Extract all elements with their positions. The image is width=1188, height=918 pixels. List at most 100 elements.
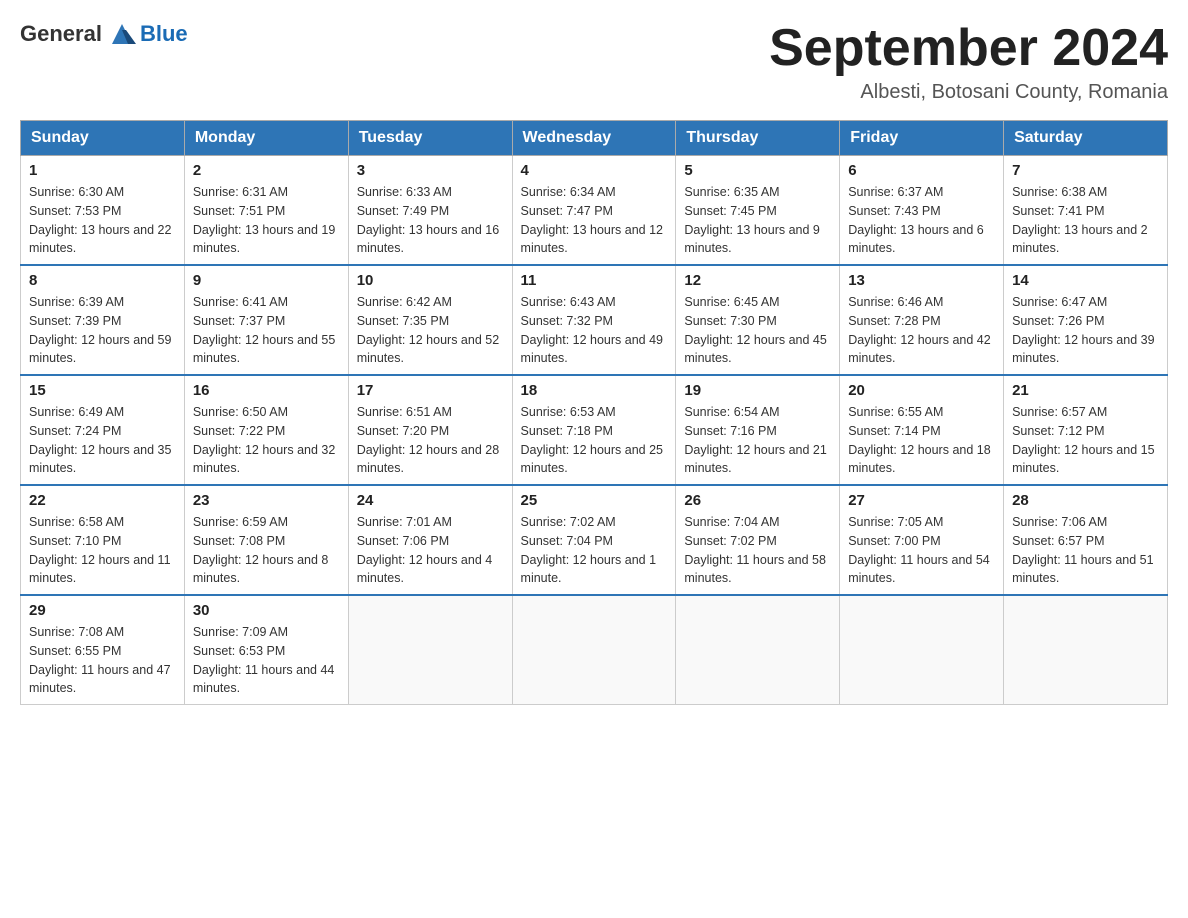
day-info: Sunrise: 6:34 AM Sunset: 7:47 PM Dayligh… [521,183,668,258]
day-number: 8 [29,272,176,289]
day-info: Sunrise: 6:39 AM Sunset: 7:39 PM Dayligh… [29,293,176,368]
day-number: 17 [357,382,504,399]
day-number: 24 [357,492,504,509]
day-info: Sunrise: 7:04 AM Sunset: 7:02 PM Dayligh… [684,513,831,588]
table-row: 22 Sunrise: 6:58 AM Sunset: 7:10 PM Dayl… [21,485,185,595]
day-number: 27 [848,492,995,509]
col-friday: Friday [840,121,1004,156]
day-number: 3 [357,162,504,179]
table-row: 13 Sunrise: 6:46 AM Sunset: 7:28 PM Dayl… [840,265,1004,375]
day-info: Sunrise: 6:38 AM Sunset: 7:41 PM Dayligh… [1012,183,1159,258]
day-number: 4 [521,162,668,179]
day-info: Sunrise: 6:43 AM Sunset: 7:32 PM Dayligh… [521,293,668,368]
day-info: Sunrise: 6:49 AM Sunset: 7:24 PM Dayligh… [29,403,176,478]
table-row: 30 Sunrise: 7:09 AM Sunset: 6:53 PM Dayl… [184,595,348,705]
day-number: 29 [29,602,176,619]
day-number: 22 [29,492,176,509]
day-info: Sunrise: 6:58 AM Sunset: 7:10 PM Dayligh… [29,513,176,588]
day-number: 16 [193,382,340,399]
page-header: General Blue September 2024 Albesti, Bot… [20,20,1168,104]
day-number: 28 [1012,492,1159,509]
day-info: Sunrise: 6:33 AM Sunset: 7:49 PM Dayligh… [357,183,504,258]
table-row: 3 Sunrise: 6:33 AM Sunset: 7:49 PM Dayli… [348,156,512,266]
day-number: 7 [1012,162,1159,179]
day-number: 1 [29,162,176,179]
day-number: 5 [684,162,831,179]
col-sunday: Sunday [21,121,185,156]
table-row: 15 Sunrise: 6:49 AM Sunset: 7:24 PM Dayl… [21,375,185,485]
day-info: Sunrise: 6:30 AM Sunset: 7:53 PM Dayligh… [29,183,176,258]
day-number: 2 [193,162,340,179]
col-monday: Monday [184,121,348,156]
calendar-header-row: Sunday Monday Tuesday Wednesday Thursday… [21,121,1168,156]
day-info: Sunrise: 6:54 AM Sunset: 7:16 PM Dayligh… [684,403,831,478]
table-row: 2 Sunrise: 6:31 AM Sunset: 7:51 PM Dayli… [184,156,348,266]
day-info: Sunrise: 6:55 AM Sunset: 7:14 PM Dayligh… [848,403,995,478]
table-row: 9 Sunrise: 6:41 AM Sunset: 7:37 PM Dayli… [184,265,348,375]
day-number: 30 [193,602,340,619]
day-number: 6 [848,162,995,179]
col-tuesday: Tuesday [348,121,512,156]
table-row: 8 Sunrise: 6:39 AM Sunset: 7:39 PM Dayli… [21,265,185,375]
day-info: Sunrise: 7:06 AM Sunset: 6:57 PM Dayligh… [1012,513,1159,588]
day-info: Sunrise: 6:46 AM Sunset: 7:28 PM Dayligh… [848,293,995,368]
day-info: Sunrise: 6:37 AM Sunset: 7:43 PM Dayligh… [848,183,995,258]
day-number: 9 [193,272,340,289]
day-number: 15 [29,382,176,399]
table-row: 5 Sunrise: 6:35 AM Sunset: 7:45 PM Dayli… [676,156,840,266]
calendar-week-4: 22 Sunrise: 6:58 AM Sunset: 7:10 PM Dayl… [21,485,1168,595]
day-number: 26 [684,492,831,509]
table-row: 4 Sunrise: 6:34 AM Sunset: 7:47 PM Dayli… [512,156,676,266]
day-number: 20 [848,382,995,399]
day-info: Sunrise: 6:50 AM Sunset: 7:22 PM Dayligh… [193,403,340,478]
calendar-week-2: 8 Sunrise: 6:39 AM Sunset: 7:39 PM Dayli… [21,265,1168,375]
logo: General Blue [20,20,188,48]
day-info: Sunrise: 6:53 AM Sunset: 7:18 PM Dayligh… [521,403,668,478]
day-info: Sunrise: 6:42 AM Sunset: 7:35 PM Dayligh… [357,293,504,368]
table-row: 26 Sunrise: 7:04 AM Sunset: 7:02 PM Dayl… [676,485,840,595]
col-saturday: Saturday [1004,121,1168,156]
table-row: 28 Sunrise: 7:06 AM Sunset: 6:57 PM Dayl… [1004,485,1168,595]
day-info: Sunrise: 6:51 AM Sunset: 7:20 PM Dayligh… [357,403,504,478]
calendar-table: Sunday Monday Tuesday Wednesday Thursday… [20,120,1168,705]
table-row [840,595,1004,705]
table-row: 21 Sunrise: 6:57 AM Sunset: 7:12 PM Dayl… [1004,375,1168,485]
table-row: 7 Sunrise: 6:38 AM Sunset: 7:41 PM Dayli… [1004,156,1168,266]
logo-icon [108,20,136,48]
table-row: 11 Sunrise: 6:43 AM Sunset: 7:32 PM Dayl… [512,265,676,375]
table-row: 29 Sunrise: 7:08 AM Sunset: 6:55 PM Dayl… [21,595,185,705]
day-info: Sunrise: 7:09 AM Sunset: 6:53 PM Dayligh… [193,623,340,698]
day-info: Sunrise: 6:41 AM Sunset: 7:37 PM Dayligh… [193,293,340,368]
calendar-subtitle: Albesti, Botosani County, Romania [769,81,1168,104]
table-row: 25 Sunrise: 7:02 AM Sunset: 7:04 PM Dayl… [512,485,676,595]
calendar-week-1: 1 Sunrise: 6:30 AM Sunset: 7:53 PM Dayli… [21,156,1168,266]
day-number: 21 [1012,382,1159,399]
table-row: 12 Sunrise: 6:45 AM Sunset: 7:30 PM Dayl… [676,265,840,375]
table-row [676,595,840,705]
day-number: 18 [521,382,668,399]
title-block: September 2024 Albesti, Botosani County,… [769,20,1168,104]
day-number: 11 [521,272,668,289]
calendar-title: September 2024 [769,20,1168,77]
table-row: 10 Sunrise: 6:42 AM Sunset: 7:35 PM Dayl… [348,265,512,375]
col-thursday: Thursday [676,121,840,156]
table-row: 27 Sunrise: 7:05 AM Sunset: 7:00 PM Dayl… [840,485,1004,595]
day-info: Sunrise: 6:57 AM Sunset: 7:12 PM Dayligh… [1012,403,1159,478]
table-row: 24 Sunrise: 7:01 AM Sunset: 7:06 PM Dayl… [348,485,512,595]
day-info: Sunrise: 7:08 AM Sunset: 6:55 PM Dayligh… [29,623,176,698]
table-row [348,595,512,705]
logo-text-general: General [20,21,102,47]
day-number: 14 [1012,272,1159,289]
day-number: 12 [684,272,831,289]
day-number: 10 [357,272,504,289]
table-row [512,595,676,705]
table-row: 1 Sunrise: 6:30 AM Sunset: 7:53 PM Dayli… [21,156,185,266]
table-row: 14 Sunrise: 6:47 AM Sunset: 7:26 PM Dayl… [1004,265,1168,375]
day-number: 13 [848,272,995,289]
day-info: Sunrise: 6:45 AM Sunset: 7:30 PM Dayligh… [684,293,831,368]
logo-text-blue: Blue [140,21,188,47]
table-row: 20 Sunrise: 6:55 AM Sunset: 7:14 PM Dayl… [840,375,1004,485]
day-info: Sunrise: 6:59 AM Sunset: 7:08 PM Dayligh… [193,513,340,588]
table-row [1004,595,1168,705]
day-info: Sunrise: 6:31 AM Sunset: 7:51 PM Dayligh… [193,183,340,258]
